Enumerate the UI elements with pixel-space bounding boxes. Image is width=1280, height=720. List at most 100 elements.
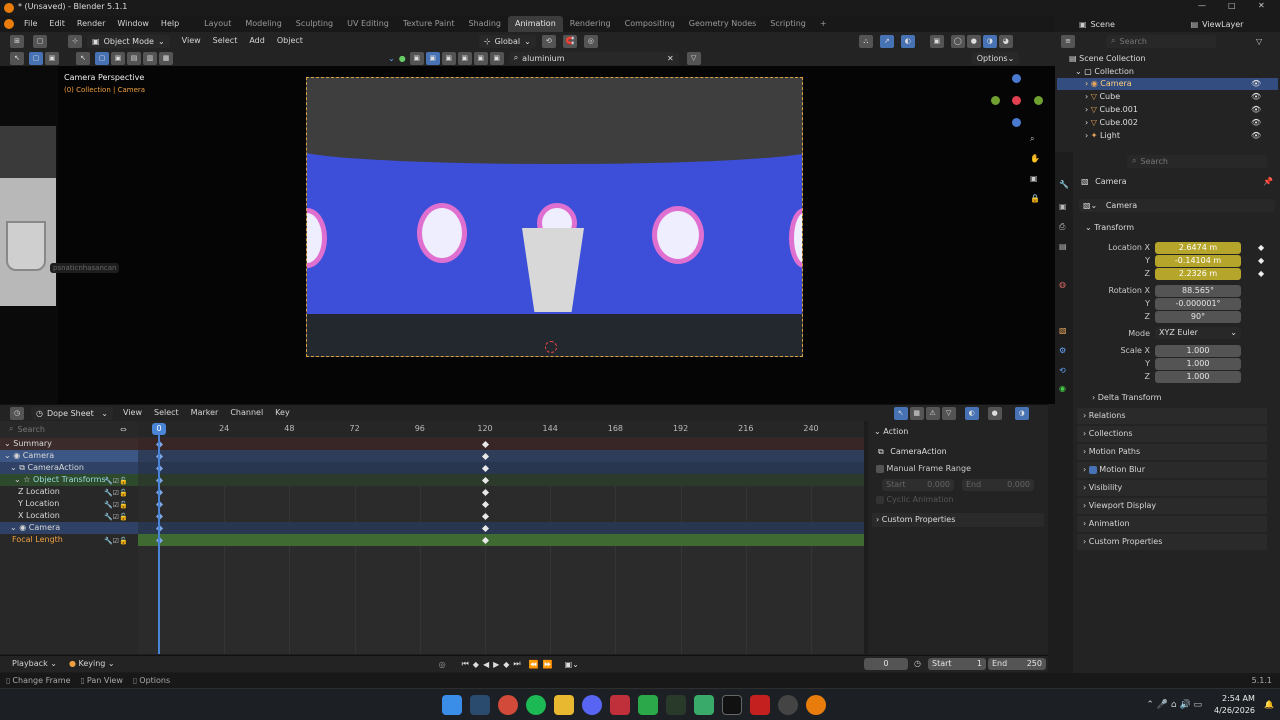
wireframe-shading-icon[interactable]: ◯	[950, 34, 965, 48]
channel-camera-action[interactable]: ⌄ ⧉ CameraAction	[0, 462, 138, 474]
auto-key-icon[interactable]: ◎	[439, 660, 446, 669]
editor-type-icon[interactable]: ⊞	[10, 34, 24, 48]
gizmo-icon[interactable]: ⛬	[858, 34, 873, 48]
data-name-field[interactable]: ▧⌄ Camera	[1079, 199, 1275, 212]
windows-start-icon[interactable]	[442, 694, 462, 715]
only-selected-icon[interactable]: ↖	[893, 406, 908, 420]
motion-paths-panel[interactable]: › Motion Paths	[1077, 444, 1267, 460]
outliner-search[interactable]: ⌕ Search	[1106, 34, 1216, 48]
steam-icon[interactable]	[470, 694, 490, 715]
solid-shading-icon[interactable]: ●	[966, 34, 981, 48]
editor-type-icon[interactable]: ◷	[10, 406, 24, 420]
constraint-tab-icon[interactable]: ⟲	[1059, 366, 1066, 375]
next-key-icon[interactable]: ◆	[503, 660, 509, 669]
box-intersect-icon[interactable]: ▦	[159, 51, 173, 65]
collection-filter-icon[interactable]: ●	[399, 54, 406, 63]
add-workspace-icon[interactable]: +	[813, 16, 834, 32]
ds-filter-icon[interactable]: ▽	[941, 406, 956, 420]
keyframe-diamond-icon[interactable]: ◆	[1258, 269, 1264, 278]
minimize-button[interactable]: —	[1198, 1, 1206, 10]
menu-help[interactable]: Help	[155, 16, 185, 32]
jump-end-icon[interactable]: ⏭	[513, 659, 520, 669]
props-search[interactable]: ⌕ Search	[1127, 154, 1267, 168]
options-dropdown[interactable]: Options ⌄	[971, 51, 1020, 65]
visibility-eye-icon[interactable]: 👁	[1251, 105, 1261, 114]
overlay-icon[interactable]: ◐	[900, 34, 915, 48]
scale-y-field[interactable]: 1.000	[1155, 358, 1241, 370]
tab-animation[interactable]: Animation	[507, 16, 563, 32]
select-mode-extend-icon[interactable]: ▣	[45, 51, 59, 65]
tab-rendering[interactable]: Rendering	[563, 16, 618, 32]
menu-window[interactable]: Window	[111, 16, 155, 32]
playback-menu[interactable]: Playback ⌄	[6, 656, 63, 672]
dopesheet-mode-dropdown[interactable]: ◷ Dope Sheet ⌄	[31, 406, 113, 420]
viewport-search-field[interactable]: ⌕ aluminium ✕	[508, 51, 679, 65]
filter-funnel-icon[interactable]: ▽	[686, 51, 701, 65]
more-filter-icon[interactable]: ▣	[489, 51, 504, 65]
other-filter-icon[interactable]: ▣	[473, 51, 488, 65]
prev-marker-icon[interactable]: ⏪	[529, 660, 539, 669]
viewport-menu-select[interactable]: Select	[207, 33, 244, 49]
tab-geometry-nodes[interactable]: Geometry Nodes	[682, 16, 763, 32]
scale-z-field[interactable]: 1.000	[1155, 371, 1241, 383]
rendered-shading-icon[interactable]: ◕	[998, 34, 1013, 48]
app-circle-icon[interactable]	[778, 694, 798, 715]
notification-icon[interactable]: 🔔	[1264, 700, 1274, 709]
tab-sculpting[interactable]: Sculpting	[289, 16, 340, 32]
preview-range-icon[interactable]: ◷	[914, 659, 921, 668]
channel-camera-object[interactable]: ⌄ ◉ Camera	[0, 450, 138, 462]
filter-icon[interactable]: ▽	[1256, 37, 1262, 46]
app-dark-icon[interactable]	[666, 694, 686, 715]
editor-type-icon[interactable]: ≡	[1061, 34, 1075, 48]
clock-date[interactable]: 4/26/2026	[1214, 706, 1255, 715]
outliner-item-camera[interactable]: › ◉ Camera	[1085, 79, 1132, 88]
viewport-menu-add[interactable]: Add	[243, 33, 271, 49]
rotation-y-field[interactable]: -0.000001°	[1155, 298, 1241, 310]
chrome-icon[interactable]	[498, 694, 518, 715]
blender-menu-icon[interactable]	[4, 19, 14, 29]
navigate-icon[interactable]: ↗	[879, 34, 894, 48]
filter-visibility-icon[interactable]: ⌄	[388, 54, 395, 63]
next-marker-icon[interactable]: ⏩	[543, 660, 553, 669]
menu-render[interactable]: Render	[71, 16, 111, 32]
app-green2-icon[interactable]	[694, 694, 714, 715]
blender-taskbar-icon[interactable]	[806, 694, 826, 715]
outliner-item-cube[interactable]: › ▽ Cube	[1085, 92, 1120, 101]
modifier-tab-icon[interactable]: ⚙	[1059, 346, 1066, 355]
custom-properties-panel[interactable]: › Custom Properties	[1077, 534, 1267, 550]
cursor-tool-icon[interactable]: ↖	[76, 51, 90, 65]
motion-blur-panel[interactable]: › Motion Blur	[1077, 462, 1267, 478]
camera-view-icon[interactable]: ▣	[1030, 174, 1038, 183]
tab-texture-paint[interactable]: Texture Paint	[396, 16, 462, 32]
outliner-item-cube-001[interactable]: › ▽ Cube.001	[1085, 105, 1138, 114]
object-type-filter-icon[interactable]: ▣	[409, 51, 424, 65]
world-tab-icon[interactable]: ◍	[1059, 280, 1066, 289]
render-tab-icon[interactable]: ▣	[1059, 202, 1067, 211]
outliner-item-light[interactable]: › ✦ Light	[1085, 131, 1120, 140]
pivot-icon[interactable]: ⟲	[541, 34, 556, 48]
app-green-icon[interactable]	[638, 694, 658, 715]
data-tab-icon[interactable]: ◉	[1059, 384, 1066, 393]
clock-time[interactable]: 2:54 AM	[1222, 694, 1255, 703]
end-frame-field[interactable]: End 250	[988, 658, 1046, 670]
motion-blur-checkbox[interactable]	[1088, 465, 1097, 474]
ds-overlay-icon[interactable]: ◐	[964, 406, 979, 420]
maximize-button[interactable]: □	[1228, 1, 1236, 10]
ds-proportional-icon[interactable]: ●	[987, 406, 1002, 420]
location-z-field[interactable]: 2.2326 m	[1155, 268, 1241, 280]
transform-panel-header[interactable]: ⌄ Transform	[1085, 223, 1134, 232]
channel-search[interactable]: ⌕ Search	[4, 422, 116, 436]
empty-filter-icon[interactable]: ▣	[457, 51, 472, 65]
camera-filter-icon[interactable]: ▣	[425, 51, 440, 65]
tab-layout[interactable]: Layout	[197, 16, 238, 32]
visibility-eye-icon[interactable]: 👁	[1251, 79, 1261, 88]
tab-uv-editing[interactable]: UV Editing	[340, 16, 396, 32]
system-tray-icons[interactable]: ⌃ 🎤 ⌂ 🔊 ▭	[1146, 700, 1202, 710]
collection-row[interactable]: ⌄ ▢ Collection	[1075, 67, 1134, 76]
light-filter-icon[interactable]: ▣	[441, 51, 456, 65]
action-name[interactable]: ⧉ CameraAction	[878, 447, 947, 457]
tab-modeling[interactable]: Modeling	[238, 16, 288, 32]
prev-key-icon[interactable]: ◆	[473, 660, 479, 669]
current-frame-indicator[interactable]: 0	[152, 423, 166, 435]
location-x-field[interactable]: 2.6474 m	[1155, 242, 1241, 254]
